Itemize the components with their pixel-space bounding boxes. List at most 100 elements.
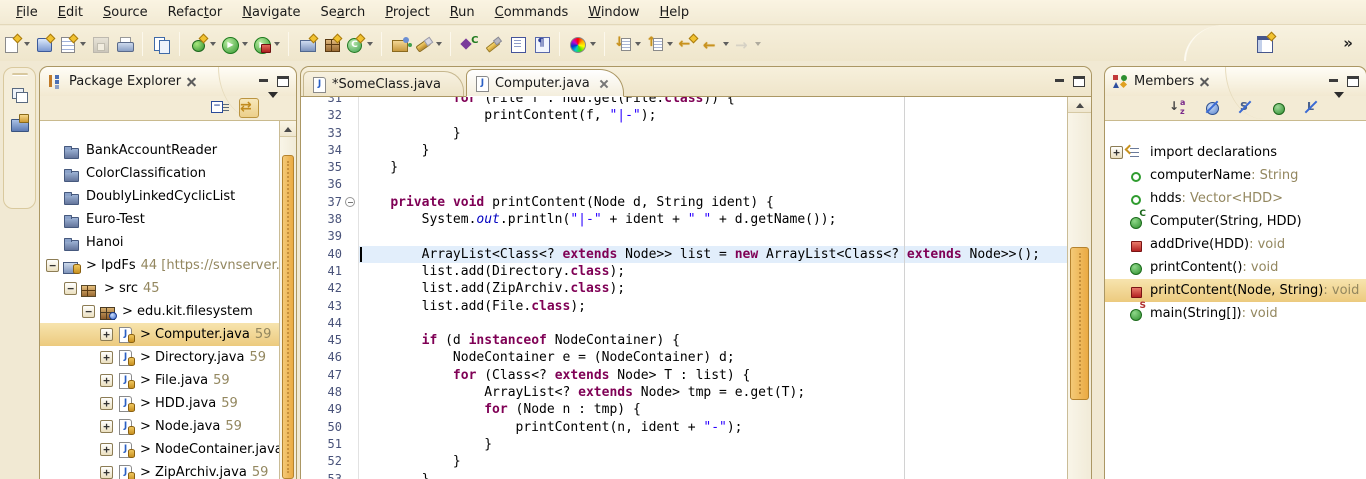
close-tab-icon[interactable] — [600, 79, 609, 88]
member-item-adddrive-hdd[interactable]: addDrive(HDD) : void — [1105, 233, 1366, 256]
back-dropdown-icon[interactable] — [723, 42, 729, 46]
search-button[interactable] — [412, 31, 444, 57]
code-line-36[interactable] — [359, 176, 1067, 193]
code-line-42[interactable]: list.add(ZipArchiv.class); — [359, 280, 1067, 297]
tree-item-file-java[interactable]: +> File.java59 — [40, 369, 279, 392]
editor-gutter[interactable]: 3132333435363738394041424344454647484950… — [301, 97, 359, 479]
tree-item-directory-java[interactable]: +> Directory.java59 — [40, 346, 279, 369]
scroll-up-icon[interactable] — [280, 121, 296, 137]
member-item-computer-string-hdd[interactable]: Computer(String, HDD) — [1105, 210, 1366, 233]
new-package-button[interactable] — [319, 31, 343, 57]
maximize-icon[interactable] — [1073, 76, 1085, 87]
code-line-41[interactable]: list.add(Directory.class); — [359, 263, 1067, 280]
menu-run[interactable]: Run — [440, 2, 485, 23]
code-line-43[interactable]: list.add(File.class); — [359, 298, 1067, 315]
scrollbar-thumb[interactable] — [1070, 247, 1089, 400]
code-line-32[interactable]: printContent(f, "|-"); — [359, 107, 1067, 124]
new-java-class-button[interactable] — [32, 31, 56, 57]
code-line-45[interactable]: if (d instanceof NodeContainer) { — [359, 332, 1067, 349]
run-external-tools-dropdown-icon[interactable] — [274, 42, 280, 46]
link-with-editor-button[interactable] — [239, 98, 259, 118]
new-element-dropdown-icon[interactable] — [80, 42, 86, 46]
expander-icon[interactable]: + — [100, 466, 113, 479]
expander-icon[interactable]: − — [64, 282, 77, 295]
member-item-computername[interactable]: computerName : String — [1105, 164, 1366, 187]
scrollbar-thumb[interactable] — [282, 155, 294, 479]
menu-refactor[interactable]: Refactor — [158, 2, 233, 23]
show-whitespace-button[interactable] — [529, 31, 553, 57]
code-line-46[interactable]: NodeContainer e = (NodeContainer) d; — [359, 349, 1067, 366]
member-item-main-string[interactable]: main(String[]) : void — [1105, 302, 1366, 325]
debug-dropdown-icon[interactable] — [210, 42, 216, 46]
code-line-31[interactable]: for (File f : hdd.get(File.class)) { — [359, 97, 1067, 107]
debug-button[interactable] — [186, 31, 218, 57]
code-line-53[interactable]: } — [359, 471, 1067, 479]
new-wizard-dropdown-icon[interactable] — [24, 42, 30, 46]
menu-navigate[interactable]: Navigate — [232, 2, 310, 23]
run-button[interactable] — [218, 31, 250, 57]
menu-file[interactable]: File — [6, 2, 48, 23]
code-line-50[interactable]: printContent(n, ident + "-"); — [359, 419, 1067, 436]
tree-item-colorclassification[interactable]: ColorClassification — [40, 162, 279, 185]
code-line-38[interactable]: System.out.println("|-" + ident + " " + … — [359, 211, 1067, 228]
print-button[interactable] — [112, 31, 136, 57]
last-edit-location-button[interactable] — [675, 31, 699, 57]
forward-dropdown-icon[interactable] — [755, 42, 761, 46]
expander-icon[interactable]: + — [100, 328, 113, 341]
new-class-button[interactable] — [343, 31, 375, 57]
tree-item-ipdfs[interactable]: −> IpdFs44 [https://svnserver.i — [40, 254, 279, 277]
next-annotation-dropdown-icon[interactable] — [635, 42, 641, 46]
tree-item-hanoi[interactable]: Hanoi — [40, 231, 279, 254]
back-button[interactable] — [699, 31, 731, 57]
code-line-40[interactable]: ArrayList<Class<? extends Node>> list = … — [359, 246, 1067, 263]
tree-item-bankaccountreader[interactable]: BankAccountReader — [40, 139, 279, 162]
new-element-button[interactable] — [56, 31, 88, 57]
close-icon[interactable] — [1200, 77, 1210, 87]
new-java-project-button[interactable] — [295, 31, 319, 57]
package-explorer-scrollbar[interactable] — [279, 121, 296, 479]
fold-collapse-icon[interactable] — [345, 197, 355, 207]
menu-edit[interactable]: Edit — [48, 2, 93, 23]
editor-content[interactable]: 3132333435363738394041424344454647484950… — [301, 97, 1091, 479]
maximize-icon[interactable] — [277, 76, 289, 87]
expander-icon[interactable]: + — [1110, 146, 1123, 159]
tree-item-node-java[interactable]: +> Node.java59 — [40, 415, 279, 438]
fold-markers[interactable] — [344, 97, 358, 479]
expander-icon[interactable]: + — [100, 351, 113, 364]
new-class-dropdown-icon[interactable] — [367, 42, 373, 46]
scroll-up-icon[interactable] — [1068, 97, 1091, 113]
editor-scrollbar[interactable] — [1067, 97, 1091, 479]
menu-search[interactable]: Search — [311, 2, 376, 23]
fastview-grip[interactable] — [12, 73, 28, 76]
expander-icon[interactable]: − — [82, 305, 95, 318]
collapse-all-button[interactable] — [210, 98, 230, 118]
next-annotation-button[interactable] — [611, 31, 643, 57]
menu-commands[interactable]: Commands — [485, 2, 579, 23]
expander-icon[interactable]: − — [46, 259, 59, 272]
minimize-icon[interactable] — [1329, 77, 1340, 87]
code-line-49[interactable]: for (Node n : tmp) { — [359, 401, 1067, 418]
sort-button[interactable] — [1169, 98, 1189, 118]
member-item-hdds[interactable]: hdds : Vector<HDD> — [1105, 187, 1366, 210]
open-element-button[interactable] — [457, 31, 481, 57]
menu-help[interactable]: Help — [650, 2, 700, 23]
tree-item-ziparchiv-java[interactable]: +> ZipArchiv.java59 — [40, 461, 279, 479]
hide-static-button[interactable] — [1235, 98, 1255, 118]
package-explorer-tree[interactable]: BankAccountReaderColorClassificationDoub… — [40, 121, 279, 479]
minimize-icon[interactable] — [1055, 77, 1066, 87]
open-resource-button[interactable] — [388, 31, 412, 57]
minimize-icon[interactable] — [259, 77, 270, 87]
previous-annotation-button[interactable] — [643, 31, 675, 57]
tree-item-euro-test[interactable]: Euro-Test — [40, 208, 279, 231]
tree-item-computer-java[interactable]: +> Computer.java59 — [40, 323, 279, 346]
java-browsing-folder-icon[interactable] — [8, 112, 32, 136]
maximize-icon[interactable] — [1347, 76, 1359, 87]
code-line-33[interactable]: } — [359, 125, 1067, 142]
code-line-51[interactable]: } — [359, 436, 1067, 453]
code-line-52[interactable]: } — [359, 453, 1067, 470]
tree-item-nodecontainer-java[interactable]: +> NodeContainer.java59 — [40, 438, 279, 461]
view-menu-button[interactable] — [268, 98, 288, 118]
tree-item-hdd-java[interactable]: +> HDD.java59 — [40, 392, 279, 415]
hide-fields-button[interactable] — [1202, 98, 1222, 118]
code-line-37[interactable]: private void printContent(Node d, String… — [359, 194, 1067, 211]
